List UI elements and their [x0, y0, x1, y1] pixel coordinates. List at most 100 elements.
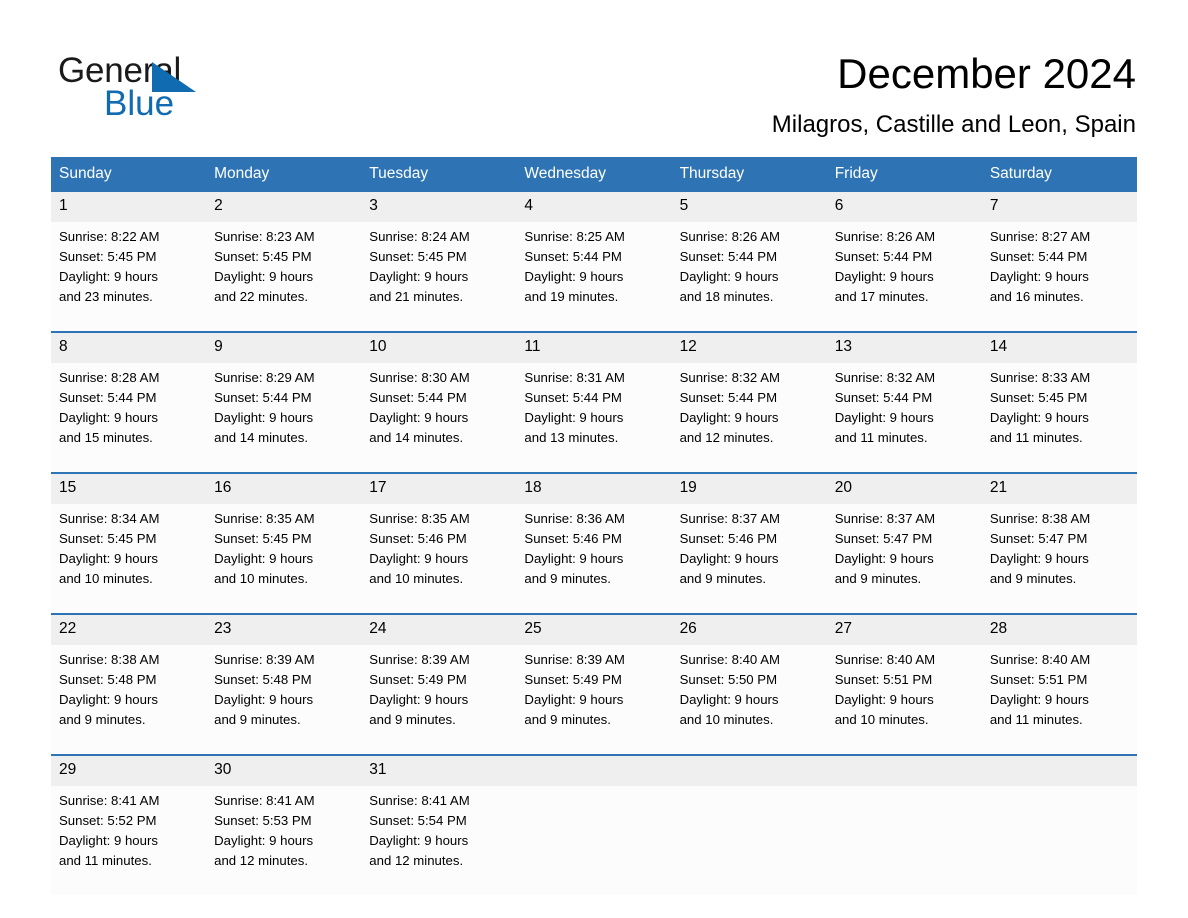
daylight-text-line2: and 17 minutes. — [834, 289, 929, 304]
date-number[interactable]: 3 — [361, 192, 517, 222]
date-number[interactable]: 28 — [981, 613, 1137, 645]
daylight-text-line1: Daylight: 9 hours — [59, 269, 158, 284]
date-number[interactable]: 18 — [516, 472, 672, 504]
day-cell[interactable]: Sunrise: 8:39 AM Sunset: 5:49 PM Dayligh… — [516, 645, 672, 755]
date-number[interactable]: 20 — [826, 472, 982, 504]
day-cell[interactable]: Sunrise: 8:34 AM Sunset: 5:45 PM Dayligh… — [51, 504, 207, 614]
day-cell[interactable]: Sunrise: 8:32 AM Sunset: 5:44 PM Dayligh… — [671, 363, 827, 473]
date-number[interactable]: 15 — [51, 472, 207, 504]
day-cell[interactable]: Sunrise: 8:38 AM Sunset: 5:47 PM Dayligh… — [981, 504, 1137, 614]
sunrise-text: Sunrise: 8:32 AM — [679, 370, 780, 385]
sunrise-text: Sunrise: 8:26 AM — [834, 229, 936, 244]
date-number-empty — [671, 754, 827, 786]
sunset-text: Sunset: 5:51 PM — [834, 672, 933, 687]
day-cell[interactable]: Sunrise: 8:26 AM Sunset: 5:44 PM Dayligh… — [826, 222, 982, 332]
date-number[interactable]: 26 — [671, 613, 827, 645]
date-number[interactable]: 30 — [206, 754, 362, 786]
day-cell[interactable]: Sunrise: 8:35 AM Sunset: 5:46 PM Dayligh… — [361, 504, 517, 614]
day-cell[interactable]: Sunrise: 8:36 AM Sunset: 5:46 PM Dayligh… — [516, 504, 672, 614]
date-number[interactable]: 14 — [981, 331, 1137, 363]
day-cell[interactable]: Sunrise: 8:29 AM Sunset: 5:44 PM Dayligh… — [206, 363, 362, 473]
daylight-text-line1: Daylight: 9 hours — [834, 410, 934, 425]
daylight-text-line2: and 9 minutes. — [679, 571, 767, 586]
daylight-text-line2: and 23 minutes. — [59, 289, 153, 304]
daylight-text-line2: and 10 minutes. — [214, 571, 308, 586]
date-number[interactable]: 17 — [361, 472, 517, 504]
date-number[interactable]: 25 — [516, 613, 672, 645]
day-cell[interactable]: Sunrise: 8:28 AM Sunset: 5:44 PM Dayligh… — [51, 363, 207, 473]
daylight-text-line2: and 9 minutes. — [834, 571, 922, 586]
day-cell[interactable]: Sunrise: 8:39 AM Sunset: 5:48 PM Dayligh… — [206, 645, 362, 755]
date-number[interactable]: 5 — [671, 192, 827, 222]
date-number[interactable]: 21 — [981, 472, 1137, 504]
date-number-empty — [516, 754, 672, 786]
day-cell[interactable]: Sunrise: 8:32 AM Sunset: 5:44 PM Dayligh… — [826, 363, 982, 473]
day-cell[interactable]: Sunrise: 8:33 AM Sunset: 5:45 PM Dayligh… — [981, 363, 1137, 473]
daylight-text-line1: Daylight: 9 hours — [59, 692, 158, 707]
day-cell[interactable]: Sunrise: 8:25 AM Sunset: 5:44 PM Dayligh… — [516, 222, 672, 332]
date-number[interactable]: 6 — [826, 192, 982, 222]
sunrise-text: Sunrise: 8:41 AM — [214, 793, 315, 808]
sunrise-text: Sunrise: 8:33 AM — [989, 370, 1091, 385]
day-cell[interactable]: Sunrise: 8:41 AM Sunset: 5:52 PM Dayligh… — [51, 786, 207, 895]
sunset-text: Sunset: 5:48 PM — [59, 672, 157, 687]
date-number[interactable]: 24 — [361, 613, 517, 645]
day-cell[interactable]: Sunrise: 8:30 AM Sunset: 5:44 PM Dayligh… — [361, 363, 517, 473]
date-number[interactable]: 22 — [51, 613, 207, 645]
day-cell[interactable]: Sunrise: 8:31 AM Sunset: 5:44 PM Dayligh… — [516, 363, 672, 473]
day-cell[interactable]: Sunrise: 8:24 AM Sunset: 5:45 PM Dayligh… — [361, 222, 517, 332]
date-number[interactable]: 12 — [671, 331, 827, 363]
day-cell[interactable]: Sunrise: 8:41 AM Sunset: 5:53 PM Dayligh… — [206, 786, 362, 895]
daylight-text-line2: and 12 minutes. — [369, 853, 464, 868]
date-number[interactable]: 19 — [671, 472, 827, 504]
day-detail-row: Sunrise: 8:38 AM Sunset: 5:48 PM Dayligh… — [51, 645, 1137, 755]
day-cell[interactable]: Sunrise: 8:40 AM Sunset: 5:51 PM Dayligh… — [826, 645, 982, 755]
date-number-row: 15 16 17 18 19 20 21 — [51, 472, 1137, 504]
sunset-text: Sunset: 5:47 PM — [989, 531, 1088, 546]
date-number[interactable]: 10 — [361, 331, 517, 363]
calendar-week-row: 15 16 17 18 19 20 21 Sunrise: 8:34 AM Su… — [51, 472, 1137, 614]
date-number[interactable]: 7 — [981, 192, 1137, 222]
date-number[interactable]: 29 — [51, 754, 207, 786]
day-cell[interactable]: Sunrise: 8:38 AM Sunset: 5:48 PM Dayligh… — [51, 645, 207, 755]
weekday-header-tuesday: Tuesday — [361, 157, 517, 192]
daylight-text-line1: Daylight: 9 hours — [214, 269, 314, 284]
sunrise-text: Sunrise: 8:30 AM — [369, 370, 470, 385]
sunset-text: Sunset: 5:45 PM — [214, 249, 312, 264]
date-number[interactable]: 31 — [361, 754, 517, 786]
day-cell[interactable]: Sunrise: 8:27 AM Sunset: 5:44 PM Dayligh… — [981, 222, 1137, 332]
date-number[interactable]: 4 — [516, 192, 672, 222]
sunset-text: Sunset: 5:52 PM — [59, 813, 157, 828]
date-number[interactable]: 2 — [206, 192, 362, 222]
calendar-week-row: 1 2 3 4 5 6 7 Sunrise: 8:22 AM Sunset: 5… — [51, 192, 1137, 332]
sunset-text: Sunset: 5:44 PM — [524, 390, 622, 405]
date-number[interactable]: 23 — [206, 613, 362, 645]
date-number[interactable]: 8 — [51, 331, 207, 363]
page-header: General Blue December 2024 Milagros, Cas… — [0, 0, 1188, 155]
day-cell[interactable]: Sunrise: 8:22 AM Sunset: 5:45 PM Dayligh… — [51, 222, 207, 332]
day-cell[interactable]: Sunrise: 8:41 AM Sunset: 5:54 PM Dayligh… — [361, 786, 517, 895]
page-title: December 2024 — [837, 50, 1136, 97]
date-number[interactable]: 13 — [826, 331, 982, 363]
date-number[interactable]: 1 — [51, 192, 207, 222]
day-cell[interactable]: Sunrise: 8:35 AM Sunset: 5:45 PM Dayligh… — [206, 504, 362, 614]
date-number-row: 8 9 10 11 12 13 14 — [51, 331, 1137, 363]
daylight-text-line2: and 11 minutes. — [59, 853, 152, 868]
date-number[interactable]: 27 — [826, 613, 982, 645]
general-blue-logo[interactable]: General Blue — [58, 52, 318, 132]
daylight-text-line1: Daylight: 9 hours — [214, 692, 314, 707]
date-number[interactable]: 11 — [516, 331, 672, 363]
sunrise-text: Sunrise: 8:26 AM — [679, 229, 780, 244]
date-number[interactable]: 16 — [206, 472, 362, 504]
day-cell[interactable]: Sunrise: 8:40 AM Sunset: 5:51 PM Dayligh… — [981, 645, 1137, 755]
daylight-text-line1: Daylight: 9 hours — [989, 410, 1089, 425]
day-cell[interactable]: Sunrise: 8:37 AM Sunset: 5:47 PM Dayligh… — [826, 504, 982, 614]
sunrise-text: Sunrise: 8:28 AM — [59, 370, 160, 385]
date-number[interactable]: 9 — [206, 331, 362, 363]
day-cell[interactable]: Sunrise: 8:39 AM Sunset: 5:49 PM Dayligh… — [361, 645, 517, 755]
day-cell[interactable]: Sunrise: 8:40 AM Sunset: 5:50 PM Dayligh… — [671, 645, 827, 755]
day-cell[interactable]: Sunrise: 8:23 AM Sunset: 5:45 PM Dayligh… — [206, 222, 362, 332]
daylight-text-line2: and 15 minutes. — [59, 430, 153, 445]
day-cell[interactable]: Sunrise: 8:26 AM Sunset: 5:44 PM Dayligh… — [671, 222, 827, 332]
day-cell[interactable]: Sunrise: 8:37 AM Sunset: 5:46 PM Dayligh… — [671, 504, 827, 614]
